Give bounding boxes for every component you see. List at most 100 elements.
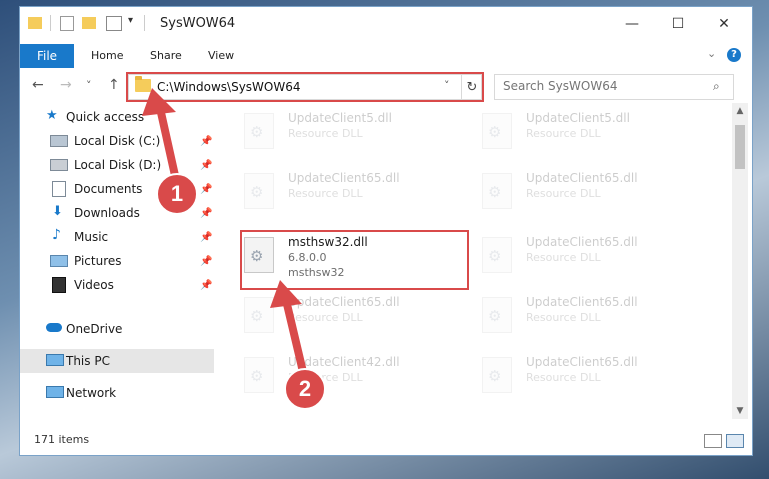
folder-icon[interactable] bbox=[28, 17, 42, 29]
file-item[interactable]: UpdateClient65.dll Resource DLL bbox=[236, 169, 464, 223]
customize-toolbar-icon[interactable]: ▾ bbox=[128, 15, 133, 26]
dll-file-icon bbox=[482, 173, 512, 209]
videos-icon bbox=[52, 277, 66, 293]
sidebar-item-label: Downloads bbox=[74, 206, 140, 220]
file-description: Resource DLL bbox=[526, 371, 601, 384]
search-input[interactable] bbox=[501, 78, 705, 94]
pin-icon[interactable]: 📌 bbox=[200, 232, 212, 243]
scroll-up-icon[interactable]: ▲ bbox=[732, 103, 748, 119]
file-item-msthsw32[interactable]: msthsw32.dll 6.8.0.0 msthsw32 bbox=[236, 233, 464, 287]
file-item[interactable]: UpdateClient65.dll Resource DLL bbox=[474, 353, 702, 407]
expand-ribbon-icon[interactable]: ⌄ bbox=[707, 47, 716, 60]
search-box[interactable]: ⌕ bbox=[494, 74, 734, 100]
sidebar-item-label: Network bbox=[66, 386, 117, 400]
pin-icon[interactable]: 📌 bbox=[200, 160, 212, 171]
vertical-scrollbar[interactable]: ▲ ▼ bbox=[732, 103, 748, 419]
dll-file-icon bbox=[244, 113, 274, 149]
sidebar-item-pictures[interactable]: Pictures 📌 bbox=[20, 249, 214, 273]
file-item[interactable]: UpdateClient65.dll Resource DLL bbox=[474, 293, 702, 347]
sidebar-item-local-disk-c[interactable]: Local Disk (C:) 📌 bbox=[20, 129, 214, 153]
address-path[interactable]: C:\Windows\SysWOW64 bbox=[157, 80, 301, 94]
sidebar-item-network[interactable]: Network bbox=[20, 381, 214, 405]
file-name: UpdateClient65.dll bbox=[526, 235, 638, 249]
callout-step-1: 1 bbox=[156, 173, 198, 215]
sidebar-item-onedrive[interactable]: OneDrive bbox=[20, 317, 214, 341]
new-folder-icon[interactable] bbox=[82, 17, 96, 29]
star-icon: ★ bbox=[46, 108, 58, 123]
music-icon: ♪ bbox=[52, 227, 61, 243]
drive-icon bbox=[50, 135, 68, 147]
cloud-icon bbox=[46, 323, 62, 332]
quick-access-toolbar: ▾ bbox=[28, 15, 158, 33]
file-explorer-window: ▾ SysWOW64 — ☐ ✕ File Home Share View ⌄ … bbox=[20, 7, 752, 455]
sidebar-item-local-disk-d[interactable]: Local Disk (D:) 📌 bbox=[20, 153, 214, 177]
dll-file-icon bbox=[482, 297, 512, 333]
computer-icon bbox=[46, 354, 64, 366]
tab-file[interactable]: File bbox=[20, 44, 74, 68]
callout-step-2: 2 bbox=[284, 368, 326, 410]
sidebar-item-label: This PC bbox=[66, 354, 110, 368]
file-description: Resource DLL bbox=[526, 187, 601, 200]
sidebar-item-videos[interactable]: Videos 📌 bbox=[20, 273, 214, 297]
minimize-button[interactable]: — bbox=[610, 11, 654, 37]
file-item[interactable]: UpdateClient5.dll Resource DLL bbox=[236, 109, 464, 163]
maximize-button[interactable]: ☐ bbox=[656, 11, 700, 37]
scrollbar-thumb[interactable] bbox=[735, 125, 745, 169]
file-item[interactable]: UpdateClient65.dll Resource DLL bbox=[236, 293, 464, 347]
scroll-down-icon[interactable]: ▼ bbox=[732, 403, 748, 419]
search-icon[interactable]: ⌕ bbox=[713, 79, 720, 94]
network-icon bbox=[46, 386, 64, 398]
refresh-icon[interactable]: ↻ bbox=[461, 75, 482, 99]
maximize-icon: ☐ bbox=[671, 16, 685, 32]
view-options-icon[interactable] bbox=[106, 16, 122, 31]
pin-icon[interactable]: 📌 bbox=[200, 280, 212, 291]
dll-file-icon bbox=[244, 297, 274, 333]
dll-file-icon bbox=[482, 113, 512, 149]
documents-icon bbox=[52, 181, 66, 197]
pin-icon[interactable]: 📌 bbox=[200, 136, 212, 147]
address-bar[interactable]: C:\Windows\SysWOW64 ˅ ↻ bbox=[128, 74, 482, 100]
tab-share[interactable]: Share bbox=[150, 49, 182, 62]
sidebar-item-label: Local Disk (D:) bbox=[74, 158, 162, 172]
file-item[interactable]: UpdateClient42.dll Resource DLL bbox=[236, 353, 464, 407]
chevron-down-icon[interactable]: ˅ bbox=[444, 79, 450, 92]
drive-icon bbox=[50, 159, 68, 171]
file-name: UpdateClient65.dll bbox=[288, 171, 400, 185]
recent-locations-icon[interactable]: ˅ bbox=[86, 79, 92, 92]
pin-icon[interactable]: 📌 bbox=[200, 184, 212, 195]
sidebar-item-this-pc[interactable]: This PC bbox=[20, 349, 214, 373]
properties-icon[interactable] bbox=[60, 16, 74, 31]
dll-file-icon bbox=[244, 237, 274, 273]
file-name: UpdateClient65.dll bbox=[526, 171, 638, 185]
file-item[interactable]: UpdateClient65.dll Resource DLL bbox=[474, 169, 702, 223]
file-description: Resource DLL bbox=[526, 127, 601, 140]
sidebar-item-label: Quick access bbox=[66, 110, 145, 124]
file-description: Resource DLL bbox=[288, 127, 363, 140]
large-icons-view-icon[interactable] bbox=[726, 434, 744, 448]
tab-home[interactable]: Home bbox=[91, 49, 123, 62]
pin-icon[interactable]: 📌 bbox=[200, 208, 212, 219]
file-name: UpdateClient65.dll bbox=[526, 355, 638, 369]
file-name: UpdateClient42.dll bbox=[288, 355, 400, 369]
help-icon[interactable]: ? bbox=[727, 48, 741, 62]
separator bbox=[50, 15, 51, 31]
title-bar: ▾ SysWOW64 — ☐ ✕ bbox=[20, 7, 752, 41]
file-item[interactable]: UpdateClient5.dll Resource DLL bbox=[474, 109, 702, 163]
sidebar-item-quick-access[interactable]: ★ Quick access bbox=[20, 105, 214, 129]
dll-file-icon bbox=[244, 173, 274, 209]
back-arrow-icon[interactable]: ← bbox=[32, 77, 44, 93]
close-button[interactable]: ✕ bbox=[702, 11, 746, 37]
item-count: 171 items bbox=[34, 433, 90, 446]
sidebar-item-music[interactable]: ♪ Music 📌 bbox=[20, 225, 214, 249]
navigation-bar: ← → ˅ ↑ C:\Windows\SysWOW64 ˅ ↻ ⌕ bbox=[20, 69, 752, 103]
file-item[interactable]: UpdateClient65.dll Resource DLL bbox=[474, 233, 702, 287]
tab-view[interactable]: View bbox=[208, 49, 234, 62]
file-description: Resource DLL bbox=[526, 251, 601, 264]
pin-icon[interactable]: 📌 bbox=[200, 256, 212, 267]
forward-arrow-icon[interactable]: → bbox=[60, 77, 72, 93]
sidebar-item-label: Documents bbox=[74, 182, 143, 196]
details-view-icon[interactable] bbox=[704, 434, 722, 448]
file-name: msthsw32.dll bbox=[288, 235, 368, 249]
up-arrow-icon[interactable]: ↑ bbox=[108, 77, 120, 93]
sidebar-item-label: Local Disk (C:) bbox=[74, 134, 161, 148]
